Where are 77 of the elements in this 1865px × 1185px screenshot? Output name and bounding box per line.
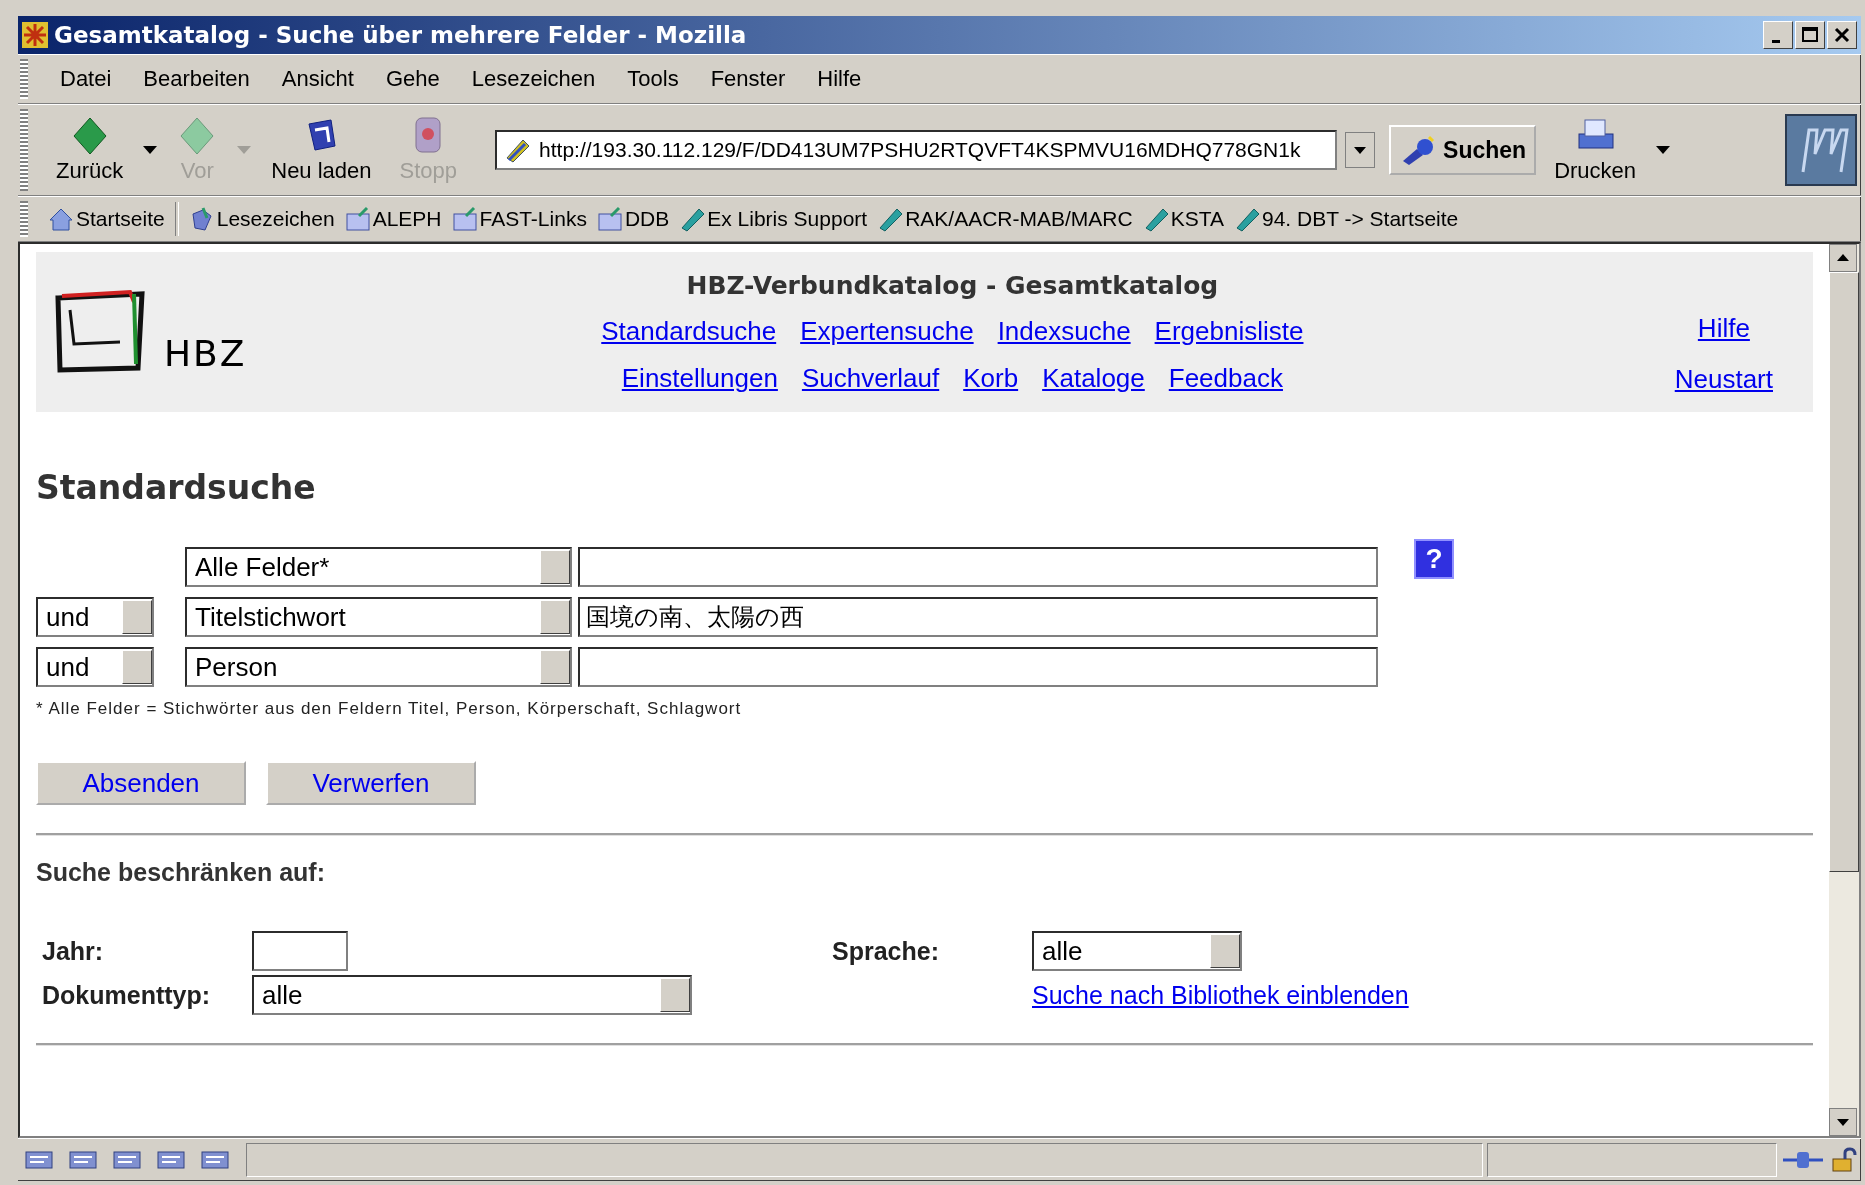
field-dropdown[interactable]: Person — [185, 647, 572, 687]
home-icon — [48, 206, 74, 232]
nav-link[interactable]: Kataloge — [1042, 362, 1145, 394]
field-label: Dokumenttyp: — [42, 980, 212, 1010]
bookmark-item[interactable]: Lesezeichen — [188, 206, 335, 232]
nav-link[interactable]: Standardsuche — [601, 315, 777, 347]
scroll-down-button[interactable] — [1829, 1108, 1857, 1136]
library-link[interactable]: Suche nach Bibliothek einblenden — [1032, 980, 1409, 1009]
field-dropdown[interactable]: Titelstichwort — [185, 597, 572, 637]
address-field[interactable]: http://193.30.112.129/F/DD413UM7PSHU2RTQVFT4KSPMVU16MDHQ778GN1k — [495, 130, 1338, 170]
menu-item[interactable]: Ansicht — [281, 66, 354, 92]
help-button[interactable]: ? — [1414, 539, 1454, 579]
footnote: * Alle Felder = Stichwörter aus den Feldern Titel, Person, Körperschaft, Schlagwort — [36, 699, 743, 719]
toolbar-grip[interactable] — [20, 109, 28, 191]
page-title: HBZ-Verbundkatalog - Gesamtkatalog — [686, 270, 1219, 300]
field-dropdown[interactable]: Alle Felder* — [185, 547, 572, 587]
dropdown-button[interactable] — [1345, 132, 1376, 168]
menu-item[interactable]: Gehe — [385, 66, 440, 92]
window-title: Gesamtkatalog - Suche über mehrere Felder - Mozilla — [54, 22, 748, 48]
bookmark-item[interactable]: Ex Libris Support — [679, 206, 868, 232]
scrollbar-thumb[interactable] — [1829, 272, 1859, 872]
field-label: Sprache: — [832, 936, 940, 966]
folder-icon — [451, 206, 478, 232]
bookmark-item[interactable]: RAK/AACR-MAB/MARC — [877, 206, 1133, 232]
language-dropdown[interactable]: alle — [1032, 931, 1242, 971]
menu-item[interactable]: Hilfe — [817, 66, 862, 92]
toolbar-grip[interactable] — [20, 201, 28, 237]
nav-link[interactable]: Indexsuche — [997, 315, 1131, 347]
operator-dropdown[interactable]: und — [36, 647, 154, 687]
scroll-up-button[interactable] — [1829, 244, 1857, 272]
nav-link[interactable]: Korb — [963, 362, 1019, 394]
field-label: Jahr: — [42, 936, 105, 966]
section-heading: Standardsuche — [36, 468, 317, 507]
bookmark-item[interactable]: DDB — [596, 206, 670, 232]
year-input[interactable] — [252, 931, 348, 971]
padlock-open-icon — [1829, 1147, 1857, 1173]
nav-link[interactable]: Neustart — [1674, 364, 1773, 395]
folder-icon — [596, 206, 623, 232]
dropdown-caret-icon[interactable] — [1654, 144, 1673, 156]
search-button[interactable]: Suchen — [1389, 125, 1537, 175]
logo-text: HBZ — [164, 333, 247, 374]
menu-item[interactable]: Bearbeiten — [143, 66, 250, 92]
pen-icon — [679, 206, 706, 232]
document-type-dropdown[interactable]: alle — [252, 975, 692, 1015]
nav-link[interactable]: Hilfe — [1697, 313, 1750, 344]
search-input[interactable]: 国境の南、太陽の西 — [578, 597, 1378, 637]
form-button[interactable]: Absenden — [36, 761, 246, 805]
print-button[interactable]: Drucken — [1544, 116, 1647, 184]
dropdown-caret-icon[interactable] — [141, 144, 160, 156]
bookmark-item[interactable]: KSTA — [1142, 206, 1224, 232]
operator-dropdown[interactable]: und — [36, 597, 154, 637]
back-button[interactable]: Zurück — [46, 116, 134, 184]
menu-item[interactable]: Datei — [60, 66, 112, 92]
pen-icon — [877, 206, 904, 232]
menu-item[interactable]: Fenster — [710, 66, 786, 92]
browser-logo-icon — [22, 22, 48, 48]
nav-link[interactable]: Expertensuche — [800, 315, 974, 347]
section-heading: Suche beschränken auf: — [36, 858, 326, 887]
scrollbar[interactable] — [1829, 244, 1859, 1136]
bookmark-item[interactable]: ALEPH — [344, 206, 442, 232]
form-button[interactable]: Verwerfen — [266, 761, 476, 805]
pen-icon — [1234, 206, 1260, 232]
bookmark-item[interactable]: FAST-Links — [451, 206, 587, 232]
menu-item[interactable]: Tools — [627, 66, 679, 92]
nav-link[interactable]: Suchverlauf — [801, 362, 940, 394]
search-input[interactable] — [578, 547, 1378, 587]
bookmark-item[interactable]: Startseite — [48, 206, 165, 232]
nav-link[interactable]: Einstellungen — [621, 362, 778, 394]
toolbar-grip[interactable] — [20, 59, 28, 99]
folder-icon — [344, 206, 371, 232]
bookmark-item[interactable]: 94. DBT -> Startseite — [1234, 206, 1459, 232]
reload-button[interactable]: Neu laden — [261, 116, 382, 184]
menu-item[interactable]: Lesezeichen — [471, 66, 596, 92]
nav-link[interactable]: Feedback — [1168, 362, 1283, 394]
nav-link[interactable]: Ergebnisliste — [1154, 315, 1304, 347]
throbber-logo-icon — [1785, 114, 1857, 186]
search-input[interactable] — [578, 647, 1378, 687]
